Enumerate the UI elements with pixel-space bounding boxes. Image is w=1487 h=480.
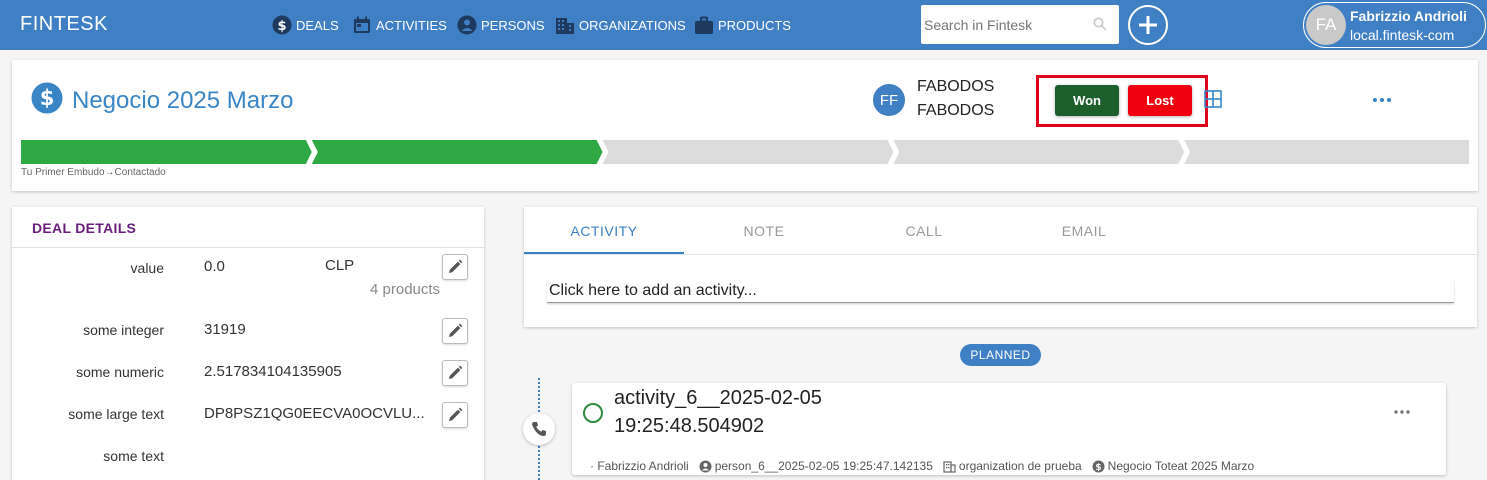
nav-organizations[interactable]: ORGANIZATIONS	[555, 13, 686, 37]
nav-products-label: PRODUCTS	[718, 17, 791, 33]
field-label-some-numeric: some numeric	[76, 364, 164, 380]
search-input[interactable]	[921, 5, 1091, 44]
add-activity-input[interactable]	[547, 279, 1454, 303]
pipeline-stage-2[interactable]	[311, 140, 603, 164]
pipeline-stage-4[interactable]	[893, 140, 1185, 164]
phone-icon	[532, 422, 546, 436]
pipeline-progress	[21, 140, 1469, 164]
activity-person-link[interactable]: person_6__2025-02-05 19:25:47.142135	[715, 459, 933, 473]
svg-text:$: $	[277, 19, 286, 34]
edit-some-numeric-button[interactable]	[442, 360, 468, 386]
activity-owner: · Fabrizzio Andrioli	[590, 459, 689, 473]
divider	[524, 254, 1477, 255]
nav-activities-label: ACTIVITIES	[376, 17, 447, 33]
grid-view-icon[interactable]	[1204, 90, 1222, 108]
mark-done-checkbox[interactable]	[583, 403, 603, 423]
deal-title[interactable]: Negocio 2025 Marzo	[72, 87, 293, 115]
user-avatar: FA	[1306, 5, 1346, 45]
user-name: Fabrizzio Andrioli	[1350, 8, 1467, 24]
pencil-icon	[449, 407, 463, 421]
dollar-icon: $	[1092, 460, 1105, 473]
pipeline-svg	[21, 140, 1469, 164]
activity-organization-link[interactable]: organization de prueba	[959, 459, 1082, 473]
pipeline-stage-caption: Tu Primer Embudo→Contactado	[21, 167, 166, 178]
nav-persons[interactable]: PERSONS	[457, 13, 545, 37]
search-box	[921, 5, 1119, 44]
tab-call[interactable]: CALL	[844, 207, 1004, 255]
activity-item[interactable]: activity_6__2025-02-05 19:25:48.504902 ·…	[572, 383, 1446, 475]
pencil-icon	[449, 323, 463, 337]
plus-icon	[1139, 16, 1157, 34]
lost-button[interactable]: Lost	[1128, 85, 1192, 116]
more-options-icon[interactable]	[1370, 94, 1394, 106]
user-host: local.fintesk-com	[1350, 27, 1455, 43]
field-value-some-large-text: DP8PSZ1QG0EECVA0OCVLU...	[204, 405, 425, 422]
edit-some-integer-button[interactable]	[442, 318, 468, 344]
briefcase-icon	[695, 16, 713, 34]
field-value-some-numeric: 2.517834104135905	[204, 363, 342, 380]
pencil-icon	[449, 259, 463, 273]
pencil-icon	[449, 365, 463, 379]
pipeline-stage-5[interactable]	[1184, 140, 1469, 164]
person-icon	[457, 15, 477, 35]
dollar-icon: $	[31, 82, 63, 114]
tab-activity[interactable]: ACTIVITY	[524, 207, 684, 255]
owner-name-line1: FABODOS	[917, 78, 995, 95]
divider	[12, 247, 484, 248]
products-count-link[interactable]: 4 products	[370, 281, 440, 298]
field-label-some-integer: some integer	[83, 322, 164, 338]
field-label-some-large-text: some large text	[68, 406, 164, 422]
owner-avatar[interactable]: FF	[873, 84, 905, 116]
add-new-button[interactable]	[1128, 5, 1168, 45]
person-icon	[699, 460, 712, 472]
building-icon	[943, 460, 956, 473]
deal-details-card: DEAL DETAILS value 0.0 CLP 4 products so…	[12, 207, 484, 480]
deal-header-card: $ Negocio 2025 Marzo FF FABODOS FABODOS …	[12, 60, 1478, 191]
svg-text:$: $	[1095, 463, 1101, 473]
edit-value-button[interactable]	[442, 254, 468, 280]
pipeline-stage-1[interactable]	[21, 140, 312, 164]
svg-text:$: $	[40, 86, 55, 110]
activity-meta: · Fabrizzio Andrioli person_6__2025-02-0…	[590, 459, 1254, 473]
nav-organizations-label: ORGANIZATIONS	[579, 17, 686, 33]
search-icon[interactable]	[1093, 17, 1107, 31]
edit-some-large-text-button[interactable]	[442, 402, 468, 428]
activity-composer-card: ACTIVITY NOTE CALL EMAIL	[524, 207, 1477, 327]
nav-activities[interactable]: ACTIVITIES	[352, 13, 447, 37]
activity-title[interactable]: activity_6__2025-02-05	[614, 387, 822, 410]
calendar-icon	[354, 16, 370, 33]
planned-section-badge: PLANNED	[960, 344, 1041, 366]
field-currency: CLP	[325, 257, 355, 274]
field-value-some-integer: 31919	[204, 321, 246, 338]
pipeline-stage-3[interactable]	[602, 140, 894, 164]
activity-more-icon[interactable]	[1392, 408, 1412, 416]
brand-logo[interactable]: FINTESK	[20, 13, 108, 36]
tab-email[interactable]: EMAIL	[1004, 207, 1164, 255]
activity-type-badge	[523, 413, 555, 445]
nav-deals-label: DEALS	[296, 17, 339, 33]
nav-persons-label: PERSONS	[481, 17, 545, 33]
owner-name-line2: FABODOS	[917, 102, 995, 119]
field-value-value: 0.0	[204, 258, 225, 275]
deal-details-title: DEAL DETAILS	[32, 220, 137, 236]
nav-deals[interactable]: $ DEALS	[272, 13, 339, 37]
nav-products[interactable]: PRODUCTS	[694, 13, 791, 37]
field-label-value: value	[130, 260, 164, 276]
field-label-some-text: some text	[103, 448, 164, 464]
activity-deal-link[interactable]: Negocio Toteat 2025 Marzo	[1108, 459, 1255, 473]
activity-title-time: 19:25:48.504902	[614, 415, 765, 437]
top-nav-bar: FINTESK $ DEALS ACTIVITIES PERSONS ORGAN…	[0, 0, 1487, 50]
building-icon	[556, 18, 574, 34]
tab-note[interactable]: NOTE	[684, 207, 844, 255]
dollar-icon: $	[272, 15, 292, 35]
won-button[interactable]: Won	[1055, 85, 1119, 116]
user-menu[interactable]: FA Fabrizzio Andrioli local.fintesk-com	[1303, 2, 1486, 48]
